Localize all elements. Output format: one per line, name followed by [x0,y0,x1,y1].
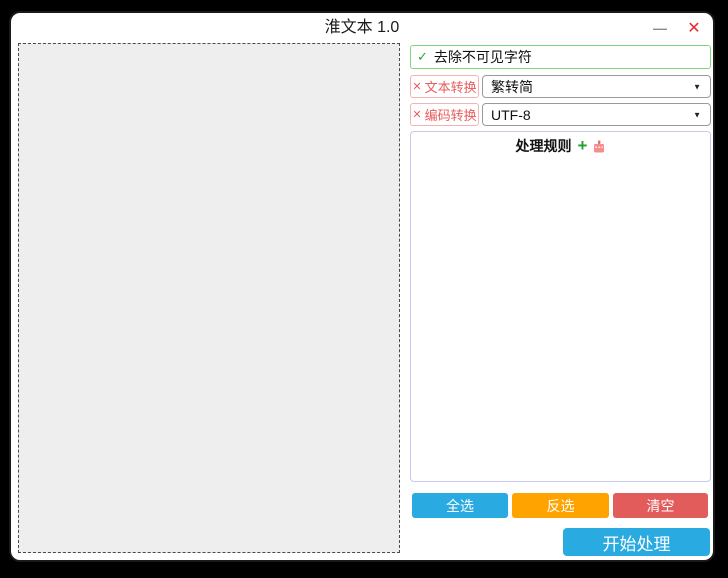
option-remove-invisible-label: 去除不可见字符 [434,47,532,67]
chevron-down-icon: ▼ [693,82,701,91]
clear-label: 清空 [647,496,675,516]
encoding-convert-row: ✕ 编码转换 UTF-8 ▼ [410,103,711,126]
option-text-convert-toggle[interactable]: ✕ 文本转换 [410,75,479,98]
clear-button[interactable]: 清空 [613,493,708,518]
x-icon: ✕ [412,108,421,121]
text-convert-dropdown[interactable]: 繁转简 ▼ [482,75,711,98]
file-drop-area[interactable] [18,43,400,553]
select-all-label: 全选 [446,496,474,516]
option-encoding-convert-toggle[interactable]: ✕ 编码转换 [410,103,479,126]
rules-title: 处理规则 [516,136,572,156]
text-convert-label: 文本转换 [425,77,477,96]
select-all-button[interactable]: 全选 [412,493,508,518]
rules-header: 处理规则 + [411,136,710,156]
encoding-convert-label: 编码转换 [425,105,477,124]
add-rule-button[interactable]: + [578,139,588,153]
app-window: 淮文本 1.0 — ✕ ✓ 去除不可见字符 ✕ 文本转换 繁转简 ▼ ✕ [11,13,713,560]
start-processing-label: 开始处理 [603,530,671,555]
option-remove-invisible-chars[interactable]: ✓ 去除不可见字符 [410,45,711,69]
brush-icon [593,140,605,153]
encoding-selected-value: UTF-8 [491,107,531,123]
text-convert-row: ✕ 文本转换 繁转简 ▼ [410,75,711,98]
clear-rules-button[interactable] [593,140,605,153]
processing-rules-list: 处理规则 + [410,131,711,482]
invert-selection-label: 反选 [547,496,575,516]
start-processing-button[interactable]: 开始处理 [563,528,710,556]
settings-panel: ✓ 去除不可见字符 ✕ 文本转换 繁转简 ▼ ✕ 编码转换 UTF-8 ▼ [410,13,711,560]
x-icon: ✕ [412,80,421,93]
chevron-down-icon: ▼ [693,110,701,119]
encoding-convert-dropdown[interactable]: UTF-8 ▼ [482,103,711,126]
checkmark-icon: ✓ [417,49,428,65]
plus-icon: + [578,136,588,155]
invert-selection-button[interactable]: 反选 [512,493,609,518]
text-convert-selected-value: 繁转简 [491,77,533,97]
